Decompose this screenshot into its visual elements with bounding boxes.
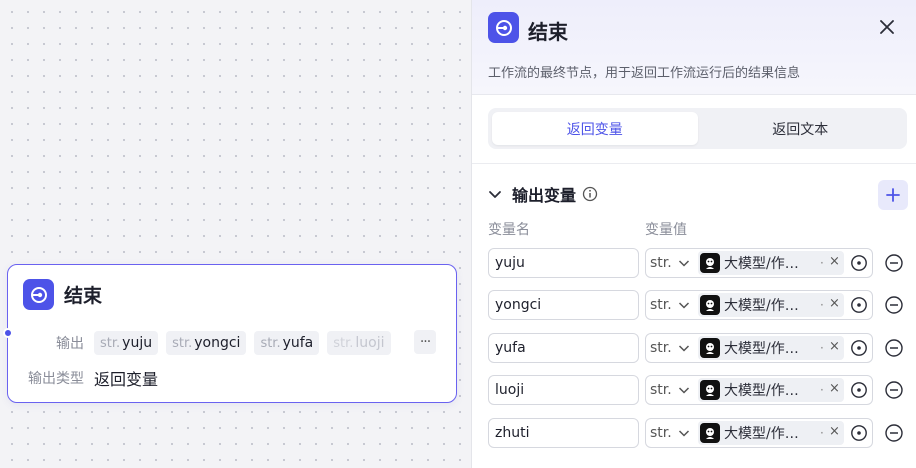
chevron-down-icon [678, 387, 689, 394]
section-title: 输出变量 [512, 186, 577, 205]
reference-tag[interactable]: 大模型/作… · × [698, 378, 844, 402]
node-header: 结束 [23, 279, 102, 310]
add-variable-button[interactable] [878, 180, 908, 210]
remove-variable-icon[interactable] [884, 380, 904, 400]
node-settings-panel: 结束 工作流的最终节点，用于返回工作流运行后的结果信息 返回变量 返回文本 输出… [471, 0, 916, 468]
output-type-label: 输出类型 [28, 371, 84, 387]
variable-value-field[interactable]: str. 大模型/作… · × [645, 333, 873, 363]
variable-picker-icon[interactable] [850, 381, 868, 399]
output-chip: str. yuju [94, 331, 159, 355]
clear-reference-icon[interactable]: × [829, 381, 840, 396]
divider [472, 163, 916, 164]
variable-value-field[interactable]: str. 大模型/作… · × [645, 375, 873, 405]
output-label: 输出 [56, 336, 84, 352]
reference-dot: · [820, 298, 824, 312]
type-select[interactable]: str. [650, 249, 690, 277]
variable-name-input[interactable]: zhuti [488, 418, 639, 448]
reference-dot: · [820, 383, 824, 397]
variable-picker-icon[interactable] [850, 339, 868, 357]
output-variables-header[interactable]: 输出变量 [488, 182, 598, 206]
variable-picker-icon[interactable] [850, 424, 868, 442]
type-select-label: str. [650, 255, 672, 271]
panel-description: 工作流的最终节点，用于返回工作流运行后的结果信息 [488, 66, 801, 81]
column-header-value: 变量值 [645, 222, 687, 238]
remove-variable-icon[interactable] [884, 295, 904, 315]
reference-tag[interactable]: 大模型/作… · × [698, 336, 844, 360]
type-select[interactable]: str. [650, 334, 690, 362]
bot-avatar-icon [700, 295, 720, 315]
node-output-type-row: 输出类型 返回变量 [24, 366, 158, 390]
variable-value-field[interactable]: str. 大模型/作… · × [645, 290, 873, 320]
reference-text: 大模型/作… [724, 341, 799, 357]
output-chip: str. yufa [254, 331, 320, 355]
variable-value-field[interactable]: str. 大模型/作… · × [645, 248, 873, 278]
chevron-down-icon [678, 260, 689, 267]
output-type-value: 返回变量 [94, 370, 159, 389]
variable-name-input[interactable]: yufa [488, 333, 639, 363]
bot-avatar-icon [700, 380, 720, 400]
type-select-label: str. [650, 340, 672, 356]
return-mode-tabs: 返回变量 返回文本 [488, 108, 907, 149]
end-node-icon [488, 12, 519, 43]
type-select-label: str. [650, 297, 672, 313]
reference-text: 大模型/作… [724, 426, 799, 442]
tab-return-text[interactable]: 返回文本 [698, 112, 904, 145]
node-output-row: 输出 str. yuju str. yongci str. yufa str. … [24, 331, 399, 355]
type-select[interactable]: str. [650, 291, 690, 319]
reference-tag[interactable]: 大模型/作… · × [698, 421, 844, 445]
variable-picker-icon[interactable] [850, 254, 868, 272]
clear-reference-icon[interactable]: × [829, 254, 840, 269]
clear-reference-icon[interactable]: × [829, 296, 840, 311]
end-node-icon [23, 279, 54, 310]
reference-dot: · [820, 341, 824, 355]
bot-avatar-icon [700, 423, 720, 443]
variable-name-input[interactable]: yuju [488, 248, 639, 278]
chevron-down-icon [678, 302, 689, 309]
variable-picker-icon[interactable] [850, 296, 868, 314]
tab-return-variables[interactable]: 返回变量 [492, 112, 698, 145]
plus-icon [886, 188, 900, 202]
panel-header: 结束 工作流的最终节点，用于返回工作流运行后的结果信息 [472, 0, 916, 95]
type-select-label: str. [650, 382, 672, 398]
variable-row: yufa str. 大模型/作… · × [488, 333, 908, 363]
end-node-card[interactable]: 结束 输出 str. yuju str. yongci str. yufa st… [3, 264, 457, 403]
node-title: 结束 [64, 285, 103, 307]
node-input-handle[interactable] [3, 328, 13, 338]
clear-reference-icon[interactable]: × [829, 424, 840, 439]
close-icon[interactable] [876, 16, 898, 38]
chevron-down-icon[interactable] [488, 187, 502, 201]
variable-row: zhuti str. 大模型/作… · × [488, 418, 908, 448]
variable-row: luoji str. 大模型/作… · × [488, 375, 908, 405]
remove-variable-icon[interactable] [884, 338, 904, 358]
bot-avatar-icon [700, 253, 720, 273]
output-chip: str. yongci [166, 331, 247, 355]
reference-text: 大模型/作… [724, 298, 799, 314]
remove-variable-icon[interactable] [884, 423, 904, 443]
reference-text: 大模型/作… [724, 383, 799, 399]
type-select-label: str. [650, 425, 672, 441]
reference-dot: · [820, 256, 824, 270]
reference-dot: · [820, 426, 824, 440]
info-icon[interactable] [582, 186, 598, 202]
remove-variable-icon[interactable] [884, 253, 904, 273]
output-chip: str. luoji [327, 331, 391, 355]
panel-title: 结束 [528, 20, 568, 44]
chevron-down-icon [678, 345, 689, 352]
chevron-down-icon [678, 430, 689, 437]
reference-text: 大模型/作… [724, 256, 799, 272]
output-chip-list: str. yuju str. yongci str. yufa str. luo… [94, 331, 399, 355]
variable-row: yuju str. 大模型/作… · × [488, 248, 908, 278]
variable-name-input[interactable]: luoji [488, 375, 639, 405]
variable-row: yongci str. 大模型/作… · × [488, 290, 908, 320]
bot-avatar-icon [700, 338, 720, 358]
reference-tag[interactable]: 大模型/作… · × [698, 293, 844, 317]
more-outputs-button[interactable]: ··· [414, 330, 436, 354]
type-select[interactable]: str. [650, 419, 690, 447]
column-header-name: 变量名 [488, 222, 530, 238]
variable-name-input[interactable]: yongci [488, 290, 639, 320]
reference-tag[interactable]: 大模型/作… · × [698, 251, 844, 275]
variable-value-field[interactable]: str. 大模型/作… · × [645, 418, 873, 448]
type-select[interactable]: str. [650, 376, 690, 404]
clear-reference-icon[interactable]: × [829, 339, 840, 354]
